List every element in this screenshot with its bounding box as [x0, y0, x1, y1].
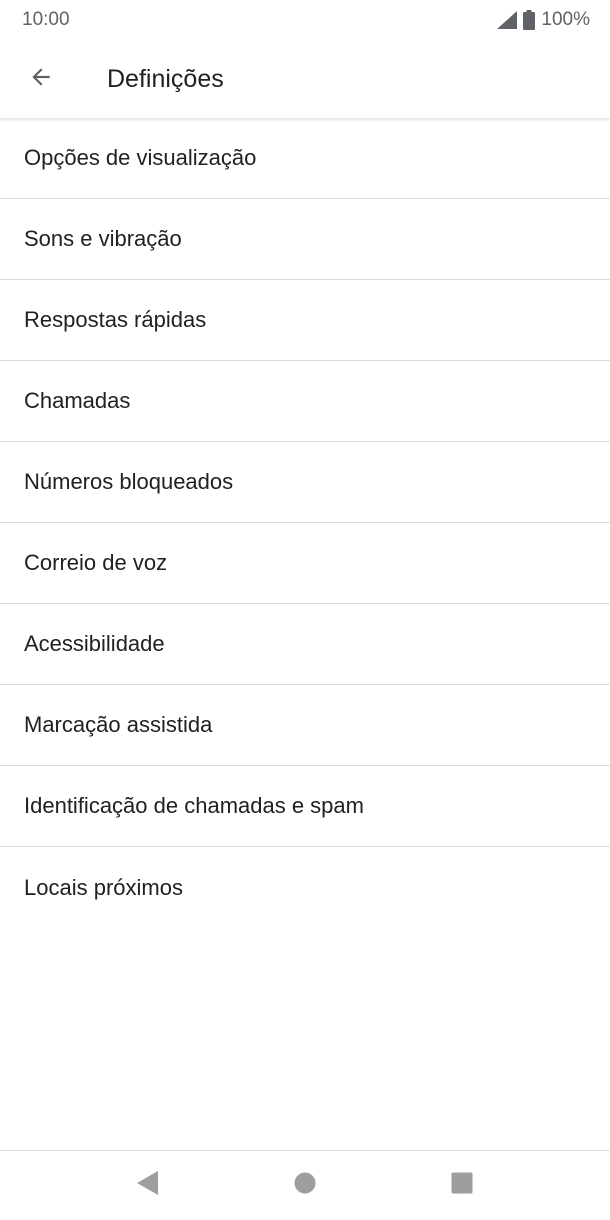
- settings-item-display-options[interactable]: Opções de visualização: [0, 118, 610, 199]
- settings-item-nearby-places[interactable]: Locais próximos: [0, 847, 610, 928]
- settings-item-assisted-dialing[interactable]: Marcação assistida: [0, 685, 610, 766]
- settings-item-quick-responses[interactable]: Respostas rápidas: [0, 280, 610, 361]
- settings-item-label: Locais próximos: [24, 874, 183, 900]
- settings-item-voicemail[interactable]: Correio de voz: [0, 523, 610, 604]
- app-bar: Definições: [0, 40, 610, 118]
- arrow-back-icon: [28, 64, 54, 95]
- settings-item-label: Sons e vibração: [24, 226, 182, 251]
- nav-back-icon: [136, 1170, 160, 1201]
- settings-item-blocked-numbers[interactable]: Números bloqueados: [0, 442, 610, 523]
- settings-item-caller-id-spam[interactable]: Identificação de chamadas e spam: [0, 766, 610, 847]
- settings-list: Opções de visualização Sons e vibração R…: [0, 118, 610, 928]
- settings-item-label: Marcação assistida: [24, 712, 213, 737]
- page-title: Definições: [107, 64, 224, 93]
- settings-item-label: Números bloqueados: [24, 469, 234, 494]
- settings-item-accessibility[interactable]: Acessibilidade: [0, 604, 610, 685]
- battery-icon: [523, 10, 536, 30]
- back-button[interactable]: [13, 51, 69, 107]
- system-nav-bar: [0, 1150, 610, 1220]
- settings-item-label: Respostas rápidas: [24, 307, 207, 332]
- status-bar: 10:00 100%: [0, 0, 610, 40]
- settings-item-label: Chamadas: [24, 388, 131, 413]
- nav-recents-icon: [450, 1171, 474, 1200]
- status-icons: 100%: [497, 9, 590, 31]
- settings-item-sounds-vibration[interactable]: Sons e vibração: [0, 199, 610, 280]
- settings-item-calls[interactable]: Chamadas: [0, 361, 610, 442]
- nav-back-button[interactable]: [118, 1156, 178, 1216]
- status-time: 10:00: [22, 9, 70, 30]
- settings-item-label: Identificação de chamadas e spam: [24, 793, 364, 818]
- nav-home-icon: [293, 1171, 317, 1200]
- settings-item-label: Acessibilidade: [24, 631, 165, 656]
- nav-recents-button[interactable]: [432, 1156, 492, 1216]
- battery-percentage: 100%: [541, 9, 590, 30]
- signal-icon: [497, 11, 518, 29]
- settings-item-label: Opções de visualização: [24, 145, 257, 170]
- settings-item-label: Correio de voz: [24, 550, 168, 575]
- nav-home-button[interactable]: [275, 1156, 335, 1216]
- phone-screen: 10:00 100% Definições Opções de visualiz…: [0, 0, 610, 1220]
